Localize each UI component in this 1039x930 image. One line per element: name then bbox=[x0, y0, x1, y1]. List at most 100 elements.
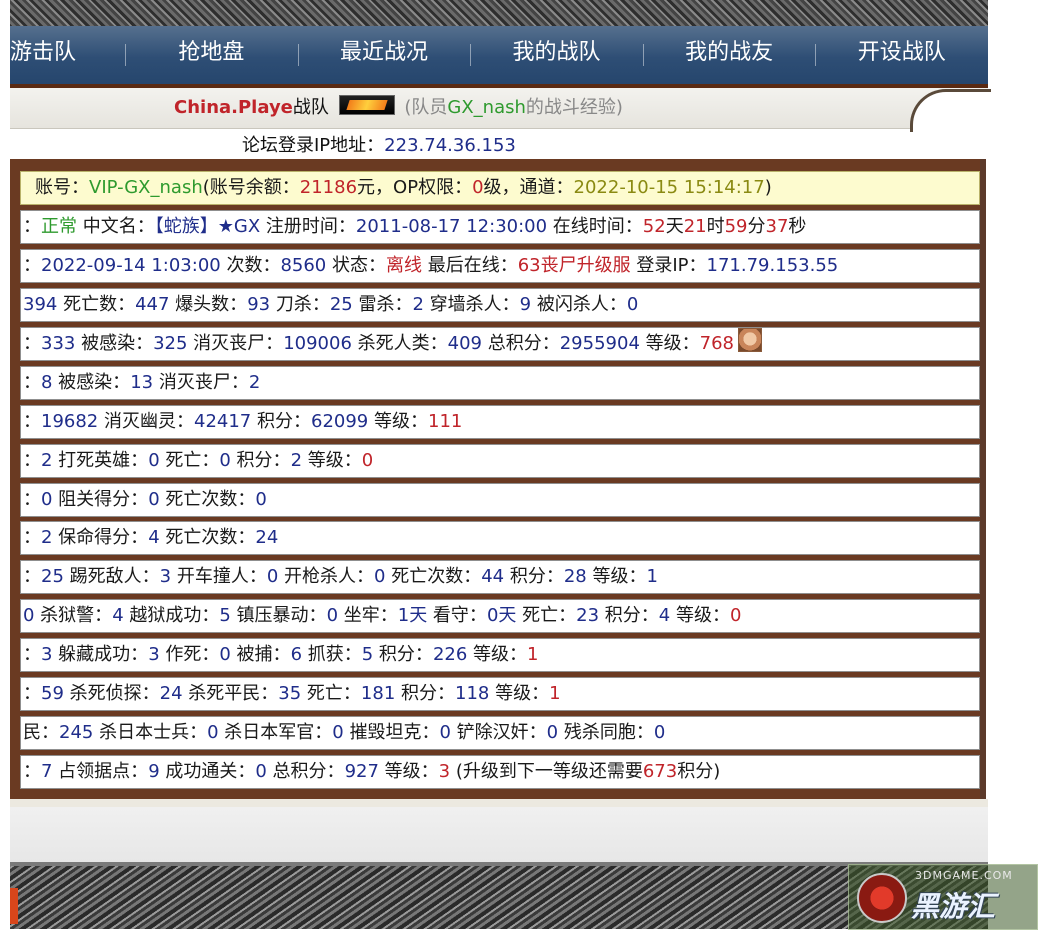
hide-score-value: 226 bbox=[432, 644, 468, 665]
save-deaths-label: 死亡次数： bbox=[159, 527, 256, 548]
ghost-level-label: 等级： bbox=[368, 411, 428, 432]
heroes-killed-value: 0 bbox=[148, 450, 160, 471]
unit-day: 天 bbox=[665, 216, 684, 237]
team-word: 战队 bbox=[292, 97, 329, 118]
chinese-name: ★GX bbox=[217, 216, 261, 237]
detective-prefix: ： bbox=[23, 683, 41, 704]
zombie-prefix: ： bbox=[23, 333, 41, 354]
headshots-label: 爆头数： bbox=[169, 294, 248, 315]
login-ip-value: 223.74.36.153 bbox=[384, 135, 516, 156]
hide-first-value: 3 bbox=[41, 644, 53, 665]
teamkill-value: 0 bbox=[653, 722, 666, 743]
detective-row: ：59 杀死侦探：24 杀死平民：35 死亡：181 积分：118 等级：1 bbox=[20, 677, 980, 711]
detective-death-value: 181 bbox=[360, 683, 396, 704]
jail-label: 坐牢： bbox=[338, 605, 398, 626]
jail-value: 1 bbox=[397, 605, 410, 626]
online-minutes: 59 bbox=[724, 216, 748, 237]
detective-level-value: 1 bbox=[549, 683, 561, 704]
account-label: 账号： bbox=[35, 177, 89, 198]
team-header: China.Playe战队 (队员GX_nash的战斗经验) bbox=[10, 88, 988, 129]
status-value: 正常 bbox=[41, 216, 77, 237]
watermark: 3DMGAME.COM 黑游汇 bbox=[848, 864, 1038, 930]
nav-grab-territory[interactable]: 抢地盘 bbox=[125, 26, 298, 84]
online-days: 52 bbox=[642, 216, 666, 237]
hide-level-label: 等级： bbox=[467, 644, 528, 665]
kick-score-label: 积分： bbox=[504, 566, 564, 587]
hero-level-value: 0 bbox=[361, 450, 374, 471]
save-score-value: 4 bbox=[148, 527, 160, 548]
car-kills-value: 0 bbox=[266, 566, 279, 587]
tanks-destroyed-label: 摧毁坦克： bbox=[343, 722, 440, 743]
detectives-killed-label: 杀死侦探： bbox=[63, 683, 160, 704]
deaths-label: 死亡数： bbox=[57, 294, 136, 315]
clan-tag: 【蛇族】 bbox=[154, 216, 218, 237]
nav-my-team[interactable]: 我的战队 bbox=[470, 26, 643, 84]
infected-count-2: 13 bbox=[130, 372, 154, 393]
suicide-value: 0 bbox=[219, 644, 231, 665]
login-ip-label-2: 登录IP： bbox=[630, 255, 707, 276]
kick-kills-label: 踢死敌人： bbox=[63, 566, 160, 587]
save-row: ：2 保命得分：4 死亡次数：24 bbox=[20, 521, 980, 555]
chinese-name-label: 中文名： bbox=[77, 216, 155, 237]
nav-guerrilla[interactable]: 游击队 bbox=[10, 26, 125, 84]
zombies-killed-label-2: 消灭丧尸： bbox=[153, 372, 249, 393]
hide-score-label: 积分： bbox=[373, 644, 433, 665]
state-label: 状态： bbox=[326, 255, 386, 276]
infected-label-2: 被感染： bbox=[52, 372, 131, 393]
soldiers-killed-label: 杀日本士兵： bbox=[93, 722, 208, 743]
top-nav: 游击队 抢地盘 最近战况 我的战队 我的战友 开设战队 bbox=[10, 26, 988, 84]
hero-death-label: 死亡： bbox=[159, 450, 220, 471]
kick-kills-value: 3 bbox=[159, 566, 172, 587]
hero-score-label: 积分： bbox=[230, 450, 291, 471]
channel-time: 2022-10-15 15:14:17 bbox=[573, 177, 765, 198]
points-captured-value: 9 bbox=[148, 761, 160, 782]
kick-row: ：25 踢死敌人：3 开车撞人：0 开枪杀人：0 死亡次数：44 积分：28 等… bbox=[20, 560, 980, 594]
channel-label: 级，通道： bbox=[483, 177, 574, 198]
nav-create-team[interactable]: 开设战队 bbox=[815, 26, 988, 84]
blank-area bbox=[10, 807, 988, 862]
ghost-prefix: ： bbox=[23, 411, 41, 432]
heroes-killed-label: 打死英雄： bbox=[52, 450, 149, 471]
kick-deaths-label: 死亡次数： bbox=[385, 566, 482, 587]
last-server: 63丧尸升级服 bbox=[517, 255, 631, 276]
session-prefix: ： bbox=[23, 255, 41, 276]
unit-second: 秒 bbox=[788, 216, 807, 237]
points-captured-label: 占领据点： bbox=[52, 761, 149, 782]
count-label: 次数： bbox=[220, 255, 281, 276]
nav-my-teammates[interactable]: 我的战友 bbox=[642, 26, 816, 84]
war-first-value: 245 bbox=[59, 722, 94, 743]
block-row: ：0 阻关得分：0 死亡次数：0 bbox=[20, 483, 980, 517]
tanks-destroyed-value: 0 bbox=[439, 722, 451, 743]
headshots-value: 93 bbox=[247, 294, 271, 315]
hero-first-value: 2 bbox=[41, 450, 53, 471]
humans-killed-label: 杀死人类： bbox=[351, 333, 448, 354]
zombies-killed-count-2: 2 bbox=[248, 372, 261, 393]
nav-recent-battles[interactable]: 最近战况 bbox=[297, 26, 471, 84]
hero-death-value: 0 bbox=[219, 450, 231, 471]
infect-prefix: ： bbox=[23, 372, 41, 393]
account-close: ) bbox=[764, 177, 772, 198]
kick-deaths-value: 44 bbox=[481, 566, 505, 587]
member-name[interactable]: GX_nash bbox=[447, 97, 526, 118]
register-label: 注册时间： bbox=[260, 216, 356, 237]
hide-success-label: 躲藏成功： bbox=[52, 644, 149, 665]
traitors-label: 铲除汉奸： bbox=[450, 722, 547, 743]
capture-first-value: 7 bbox=[41, 761, 53, 782]
guard-value: 0 bbox=[486, 605, 499, 626]
zombies-killed-label: 消灭丧尸： bbox=[187, 333, 284, 354]
teamkill-label: 残杀同胞： bbox=[558, 722, 654, 743]
op-label: 元，OP权限： bbox=[357, 177, 473, 198]
guard-label: 看守： bbox=[427, 605, 487, 626]
infect-count: 8 bbox=[41, 372, 53, 393]
save-score-label: 保命得分： bbox=[52, 527, 149, 548]
zombie-row: ：333 被感染：325 消灭丧尸：109006 杀死人类：409 总积分：29… bbox=[20, 327, 980, 361]
officers-killed-label: 杀日本军官： bbox=[218, 722, 333, 743]
soldiers-killed-value: 0 bbox=[207, 722, 219, 743]
catch-label: 抓获： bbox=[302, 644, 362, 665]
hero-prefix: ： bbox=[23, 450, 41, 471]
team-name[interactable]: China.Playe bbox=[174, 97, 293, 118]
prison-score-label: 积分： bbox=[599, 605, 659, 626]
register-time: 2011-08-17 12:30:00 bbox=[355, 216, 548, 237]
session-row: ：2022-09-14 1:03:00 次数：8560 状态：离线 最后在线：6… bbox=[20, 249, 980, 283]
escape-value: 5 bbox=[219, 605, 231, 626]
